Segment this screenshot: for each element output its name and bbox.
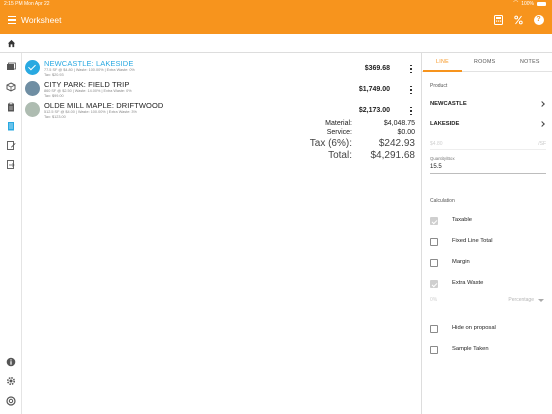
percent-icon[interactable] (513, 14, 524, 26)
home-icon[interactable] (7, 39, 16, 48)
dropdown-caret-icon (538, 299, 544, 302)
quantity-label: Quantity/Box (430, 156, 455, 161)
total-value: $4,291.68 (370, 150, 416, 161)
taxable-checkbox[interactable] (430, 217, 438, 225)
extra-waste-mode-select[interactable]: Percentage (508, 297, 534, 303)
clipboard-icon[interactable] (6, 102, 16, 112)
info-icon[interactable] (6, 357, 16, 367)
more-vert-icon[interactable] (410, 65, 413, 73)
quantity-field[interactable]: 15.5 (430, 163, 546, 174)
more-vert-icon[interactable] (410, 107, 413, 115)
totals-summary: Material: $4,048.75 Service: $0.00 Tax (… (283, 120, 415, 162)
tax-label: Tax (6%): (309, 138, 352, 149)
product-section-label: Product (430, 83, 448, 89)
price-placeholder: $4.80 (430, 141, 443, 147)
line-item[interactable]: NEWCASTLE: LAKESIDE 77.5 SF @ $4.80 | Wa… (23, 56, 421, 77)
box-icon[interactable] (6, 82, 16, 92)
margin-checkbox[interactable] (430, 259, 438, 267)
line-item-name: NEWCASTLE: LAKESIDE (44, 59, 134, 68)
line-item-tax: Tax: $123.00 (44, 115, 66, 119)
app-bar-actions: ? (493, 14, 544, 26)
material-value: $4,048.75 (383, 120, 415, 127)
service-label: Service: (326, 129, 352, 136)
tax-value: $242.93 (378, 138, 415, 149)
page-title: Worksheet (21, 15, 62, 25)
hide-on-proposal-label: Hide on proposal (452, 325, 496, 331)
line-item-price: $1,749.00 (358, 86, 390, 93)
product-primary-row[interactable]: NEWCASTLE (422, 98, 552, 112)
battery-percent: 100% (521, 1, 534, 7)
more-vert-icon[interactable] (410, 86, 413, 94)
product-swatch (25, 102, 40, 117)
sample-taken-row[interactable]: Sample Taken (422, 344, 552, 356)
hide-on-proposal-row[interactable]: Hide on proposal (422, 323, 552, 335)
folders-icon[interactable] (6, 62, 16, 72)
tax-total-row: Tax (6%): $242.93 (283, 138, 415, 150)
extra-waste-label: Extra Waste (452, 280, 484, 286)
sample-taken-label: Sample Taken (452, 346, 489, 352)
material-label: Material: (325, 120, 352, 127)
quantity-value: 15.5 (430, 164, 442, 170)
worksheet-main: NEWCASTLE: LAKESIDE 77.5 SF @ $4.80 | Wa… (23, 53, 421, 414)
line-item-name: OLDE MILL MAPLE: DRIFTWOOD (44, 101, 164, 110)
taxable-row[interactable]: Taxable (422, 215, 552, 227)
battery-indicator: ⌒ 100% (513, 0, 546, 8)
status-bar: 2:15 PM Mon Apr 22 ⌒ 100% (0, 0, 552, 8)
selected-check-avatar[interactable] (25, 60, 40, 75)
extra-waste-input-row[interactable]: 0% Percentage (430, 296, 546, 306)
line-item[interactable]: OLDE MILL MAPLE: DRIFTWOOD 512.5 SF @ $4… (23, 98, 421, 119)
hide-on-proposal-checkbox[interactable] (430, 325, 438, 333)
active-tab-indicator (423, 70, 462, 72)
hamburger-menu-icon[interactable] (8, 16, 16, 24)
gear-icon[interactable] (6, 376, 16, 386)
service-value: $0.00 (397, 129, 415, 136)
margin-row[interactable]: Margin (422, 257, 552, 269)
product-secondary-row[interactable]: LAKESIDE (422, 118, 552, 132)
worksheet-icon[interactable] (6, 121, 16, 131)
fixed-line-total-row[interactable]: Fixed Line Total (422, 236, 552, 248)
help-icon[interactable]: ? (533, 14, 544, 26)
app-bar: Worksheet ? (0, 8, 552, 34)
edit-document-icon[interactable] (6, 140, 16, 150)
extra-waste-placeholder: 0% (430, 297, 438, 303)
extra-waste-row[interactable]: Extra Waste (422, 278, 552, 290)
line-item-name: CITY PARK: FIELD TRIP (44, 80, 130, 89)
sample-taken-checkbox[interactable] (430, 346, 438, 354)
total-label: Total: (328, 150, 352, 161)
extra-waste-checkbox[interactable] (430, 280, 438, 288)
fixed-line-total-label: Fixed Line Total (452, 238, 493, 244)
product-primary-name: NEWCASTLE (430, 101, 467, 107)
export-icon[interactable] (6, 159, 16, 169)
price-field[interactable]: $4.80 /SF (430, 140, 546, 150)
margin-label: Margin (452, 259, 470, 265)
grand-total-row: Total: $4,291.68 (283, 150, 415, 162)
fixed-line-total-checkbox[interactable] (430, 238, 438, 246)
calculator-icon[interactable] (493, 14, 504, 26)
tab-rooms[interactable]: ROOMS (474, 59, 496, 65)
support-icon[interactable] (6, 396, 16, 406)
calculation-section-label: Calculation (430, 198, 455, 204)
taxable-label: Taxable (452, 217, 472, 223)
home-row (0, 34, 552, 53)
price-unit: /SF (538, 141, 546, 147)
panel-tabs: LINE ROOMS NOTES (422, 53, 552, 72)
tab-line[interactable]: LINE (436, 59, 449, 65)
product-swatch (25, 81, 40, 96)
battery-icon (537, 2, 546, 6)
wifi-icon: ⌒ (513, 1, 519, 7)
line-detail-panel: LINE ROOMS NOTES Product NEWCASTLE LAKES… (421, 53, 552, 414)
side-nav-rail (0, 53, 22, 414)
product-secondary-name: LAKESIDE (430, 121, 460, 127)
tab-notes[interactable]: NOTES (520, 59, 540, 65)
chevron-right-icon (539, 121, 545, 127)
chevron-right-icon (539, 101, 545, 107)
line-item-price: $2,173.00 (358, 107, 390, 114)
service-total-row: Service: $0.00 (283, 129, 415, 138)
line-item[interactable]: CITY PARK: FIELD TRIP 860 SF @ $2.50 | W… (23, 77, 421, 98)
line-item-price: $369.68 (364, 65, 390, 72)
material-total-row: Material: $4,048.75 (283, 120, 415, 129)
status-time: 2:15 PM Mon Apr 22 (4, 1, 50, 7)
